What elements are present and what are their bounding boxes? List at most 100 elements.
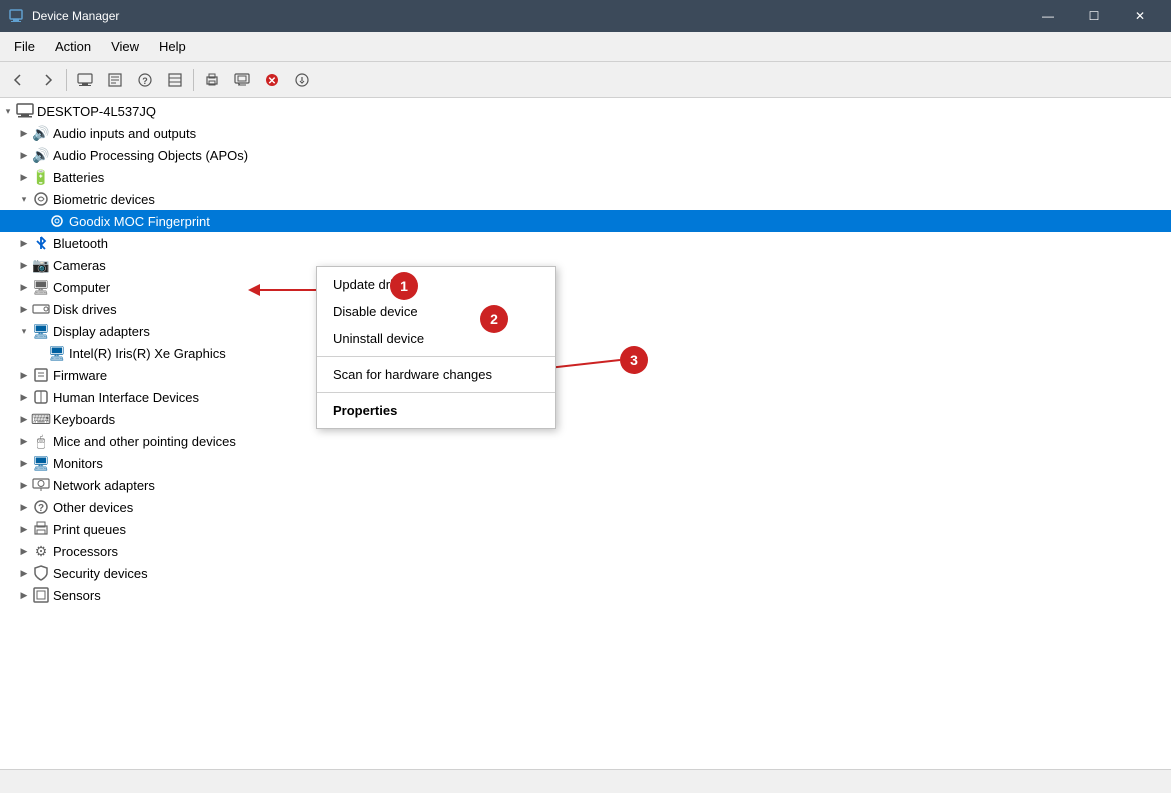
disk-icon	[32, 300, 50, 318]
sensors-expand[interactable]: ▶	[16, 587, 32, 603]
biometric-label: Biometric devices	[53, 192, 155, 207]
tree-item-hid[interactable]: ▶ Human Interface Devices	[0, 386, 1171, 408]
tree-item-cameras[interactable]: ▶ 📷 Cameras	[0, 254, 1171, 276]
tree-item-disk[interactable]: ▶ Disk drives	[0, 298, 1171, 320]
network-expand[interactable]: ▶	[16, 477, 32, 493]
tree-item-firmware[interactable]: ▶ Firmware	[0, 364, 1171, 386]
display-expand[interactable]: ▾	[16, 323, 32, 339]
firmware-label: Firmware	[53, 368, 107, 383]
tree-item-batteries[interactable]: ▶ 🔋 Batteries	[0, 166, 1171, 188]
tree-item-display[interactable]: ▾ 🖥 Display adapters	[0, 320, 1171, 342]
bluetooth-expand[interactable]: ▶	[16, 235, 32, 251]
keyboards-expand[interactable]: ▶	[16, 411, 32, 427]
intel-iris-label: Intel(R) Iris(R) Xe Graphics	[69, 346, 226, 361]
back-button[interactable]	[4, 66, 32, 94]
mice-expand[interactable]: ▶	[16, 433, 32, 449]
batteries-expand[interactable]: ▶	[16, 169, 32, 185]
toolbar-separator-2	[193, 69, 194, 91]
hid-icon	[32, 388, 50, 406]
audio-inputs-label: Audio inputs and outputs	[53, 126, 196, 141]
window-title: Device Manager	[32, 9, 1025, 23]
audio-inputs-icon: 🔊	[32, 124, 50, 142]
window-controls: — ☐ ✕	[1025, 0, 1163, 32]
alt-view-button[interactable]	[161, 66, 189, 94]
tree-item-intel-iris[interactable]: ▶ 🖥 Intel(R) Iris(R) Xe Graphics	[0, 342, 1171, 364]
svg-text:?: ?	[38, 503, 44, 514]
forward-button[interactable]	[34, 66, 62, 94]
apo-label: Audio Processing Objects (APOs)	[53, 148, 248, 163]
cameras-expand[interactable]: ▶	[16, 257, 32, 273]
help-button[interactable]: ?	[131, 66, 159, 94]
tree-item-sensors[interactable]: ▶ Sensors	[0, 584, 1171, 606]
display-icon: 🖥	[32, 322, 50, 340]
security-icon	[32, 564, 50, 582]
svg-text:?: ?	[142, 76, 148, 86]
tree-item-network[interactable]: ▶ Network adapters	[0, 474, 1171, 496]
tree-item-print[interactable]: ▶ Print queues	[0, 518, 1171, 540]
tree-item-security[interactable]: ▶ Security devices	[0, 562, 1171, 584]
device-manager-button[interactable]	[71, 66, 99, 94]
menu-bar: File Action View Help	[0, 32, 1171, 62]
tree-item-mice[interactable]: ▶ 🖱 Mice and other pointing devices	[0, 430, 1171, 452]
menu-help[interactable]: Help	[149, 35, 196, 58]
root-expand[interactable]: ▾	[0, 103, 16, 119]
tree-item-biometric[interactable]: ▾ Biometric devices	[0, 188, 1171, 210]
firmware-expand[interactable]: ▶	[16, 367, 32, 383]
device-tree[interactable]: ▾ DESKTOP-4L537JQ ▶ 🔊 Audio inputs and o…	[0, 98, 1171, 769]
other-expand[interactable]: ▶	[16, 499, 32, 515]
ctx-scan-hardware[interactable]: Scan for hardware changes	[317, 361, 555, 388]
print-expand[interactable]: ▶	[16, 521, 32, 537]
menu-action[interactable]: Action	[45, 35, 101, 58]
properties-toolbar-button[interactable]	[101, 66, 129, 94]
processors-icon: ⚙	[32, 542, 50, 560]
main-area: ▾ DESKTOP-4L537JQ ▶ 🔊 Audio inputs and o…	[0, 98, 1171, 769]
tree-item-monitors[interactable]: ▶ 🖥 Monitors	[0, 452, 1171, 474]
close-button[interactable]: ✕	[1117, 0, 1163, 32]
maximize-button[interactable]: ☐	[1071, 0, 1117, 32]
ctx-disable-device[interactable]: Disable device	[317, 298, 555, 325]
ctx-properties[interactable]: Properties	[317, 397, 555, 424]
monitors-expand[interactable]: ▶	[16, 455, 32, 471]
tree-item-keyboards[interactable]: ▶ ⌨ Keyboards	[0, 408, 1171, 430]
monitors-icon: 🖥	[32, 454, 50, 472]
ctx-separator-1	[317, 356, 555, 357]
display-label: Display adapters	[53, 324, 150, 339]
tree-item-computer[interactable]: ▶ 🖥 Computer	[0, 276, 1171, 298]
tree-item-apo[interactable]: ▶ 🔊 Audio Processing Objects (APOs)	[0, 144, 1171, 166]
download-button[interactable]	[288, 66, 316, 94]
ctx-update-driver[interactable]: Update driver	[317, 271, 555, 298]
tree-item-audio-inputs[interactable]: ▶ 🔊 Audio inputs and outputs	[0, 122, 1171, 144]
toolbar-separator-1	[66, 69, 67, 91]
menu-file[interactable]: File	[4, 35, 45, 58]
context-menu: Update driver Disable device Uninstall d…	[316, 266, 556, 429]
ctx-uninstall-device[interactable]: Uninstall device	[317, 325, 555, 352]
computer-icon	[16, 102, 34, 120]
apo-expand[interactable]: ▶	[16, 147, 32, 163]
security-expand[interactable]: ▶	[16, 565, 32, 581]
tree-item-processors[interactable]: ▶ ⚙ Processors	[0, 540, 1171, 562]
bluetooth-label: Bluetooth	[53, 236, 108, 251]
audio-inputs-expand[interactable]: ▶	[16, 125, 32, 141]
network-label: Network adapters	[53, 478, 155, 493]
menu-view[interactable]: View	[101, 35, 149, 58]
computer-expand[interactable]: ▶	[16, 279, 32, 295]
app-icon	[8, 8, 24, 24]
disk-expand[interactable]: ▶	[16, 301, 32, 317]
computer-node-icon: 🖥	[32, 278, 50, 296]
print-button[interactable]	[198, 66, 226, 94]
sensors-icon	[32, 586, 50, 604]
minimize-button[interactable]: —	[1025, 0, 1071, 32]
hid-expand[interactable]: ▶	[16, 389, 32, 405]
biometric-expand[interactable]: ▾	[16, 191, 32, 207]
scan-button[interactable]	[228, 66, 256, 94]
tree-item-goodix[interactable]: ▶ Goodix MOC Fingerprint	[0, 210, 1171, 232]
processors-expand[interactable]: ▶	[16, 543, 32, 559]
mice-label: Mice and other pointing devices	[53, 434, 236, 449]
other-icon: ?	[32, 498, 50, 516]
error-button[interactable]: ✕	[258, 66, 286, 94]
tree-root[interactable]: ▾ DESKTOP-4L537JQ	[0, 100, 1171, 122]
keyboards-label: Keyboards	[53, 412, 115, 427]
tree-item-other[interactable]: ▶ ? Other devices	[0, 496, 1171, 518]
tree-item-bluetooth[interactable]: ▶ Bluetooth	[0, 232, 1171, 254]
annotation-2: 2	[480, 305, 508, 333]
